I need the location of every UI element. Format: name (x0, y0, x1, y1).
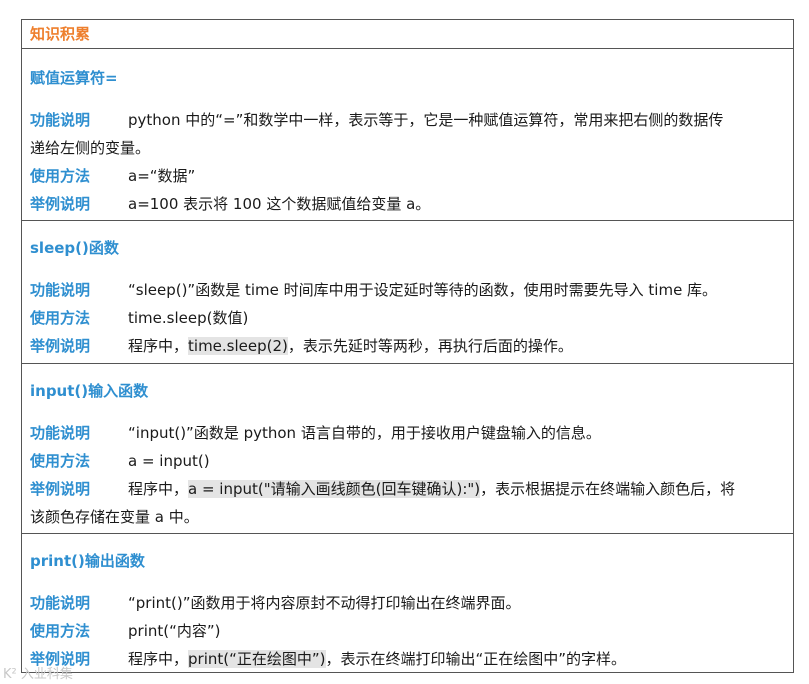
example-prefix: 程序中， (128, 337, 189, 355)
desc-row: 功能说明 “print()”函数用于将内容原封不动得打印输出在终端界面。 (30, 590, 785, 617)
desc-label: 功能说明 (30, 424, 91, 442)
section-sleep-function: sleep()函数 功能说明 “sleep()”函数是 time 时间库中用于设定… (22, 221, 793, 364)
knowledge-card: 知识积累 赋值运算符= 功能说明 python 中的“=”和数学中一样，表示等于，… (21, 19, 794, 673)
usage-label: 使用方法 (30, 622, 91, 640)
example-row: 举例说明 程序中，a = input("请输入画线颜色(回车键确认):")，表示根… (30, 476, 785, 503)
code-snippet: time.sleep(2) (188, 337, 288, 355)
desc-row-continued: 递给左侧的变量。 (30, 135, 785, 162)
section-title: input()输入函数 (30, 382, 149, 400)
usage-row: 使用方法 print(“内容”) (30, 618, 785, 645)
desc-label: 功能说明 (30, 594, 91, 612)
example-label: 举例说明 (30, 480, 91, 498)
example-row: 举例说明 程序中，time.sleep(2)，表示先延时等两秒，再执行后面的操作。 (30, 333, 785, 360)
example-prefix: 程序中， (128, 650, 189, 668)
example-row: 举例说明 程序中，print(“正在绘图中”)，表示在终端打印输出“正在绘图中”的… (30, 646, 785, 673)
section-print-function: print()输出函数 功能说明 “print()”函数用于将内容原封不动得打印输… (22, 534, 793, 675)
usage-label: 使用方法 (30, 452, 91, 470)
example-text: a=100 表示将 100 这个数据赋值给变量 a。 (128, 195, 431, 213)
desc-label: 功能说明 (30, 281, 91, 299)
card-header: 知识积累 (22, 20, 793, 49)
usage-row: 使用方法 a = input() (30, 448, 785, 475)
section-assignment-operator: 赋值运算符= 功能说明 python 中的“=”和数学中一样，表示等于，它是一种赋… (22, 49, 793, 221)
example-suffix: ，表示在终端打印输出“正在绘图中”的字样。 (325, 650, 627, 668)
desc-text: “sleep()”函数是 time 时间库中用于设定延时等待的函数，使用时需要先… (128, 281, 718, 299)
watermark: K² 入业科集 (3, 667, 73, 682)
code-snippet: print(“正在绘图中”) (188, 650, 326, 668)
desc-row: 功能说明 “sleep()”函数是 time 时间库中用于设定延时等待的函数，使用… (30, 277, 785, 304)
desc-text: python 中的“=”和数学中一样，表示等于，它是一种赋值运算符，常用来把右侧… (128, 111, 724, 129)
example-suffix: ，表示根据提示在终端输入颜色后，将 (480, 480, 736, 498)
desc-row: 功能说明 “input()”函数是 python 语言自带的，用于接收用户键盘输入… (30, 420, 785, 447)
usage-label: 使用方法 (30, 309, 91, 327)
example-prefix: 程序中， (128, 480, 189, 498)
usage-row: 使用方法 a=“数据” (30, 163, 785, 190)
desc-text-continued: 递给左侧的变量。 (30, 139, 151, 157)
example-label: 举例说明 (30, 337, 91, 355)
section-title: sleep()函数 (30, 239, 119, 257)
example-label: 举例说明 (30, 195, 91, 213)
code-snippet: a = input("请输入画线颜色(回车键确认):") (188, 480, 481, 498)
desc-text: “input()”函数是 python 语言自带的，用于接收用户键盘输入的信息。 (128, 424, 601, 442)
usage-label: 使用方法 (30, 167, 91, 185)
example-row-continued: 该颜色存储在变量 a 中。 (30, 504, 785, 531)
desc-label: 功能说明 (30, 111, 91, 129)
example-row: 举例说明 a=100 表示将 100 这个数据赋值给变量 a。 (30, 191, 785, 218)
section-title: 赋值运算符= (30, 69, 118, 87)
section-input-function: input()输入函数 功能说明 “input()”函数是 python 语言自带… (22, 364, 793, 534)
example-suffix: ，表示先延时等两秒，再执行后面的操作。 (287, 337, 573, 355)
usage-text: time.sleep(数值) (128, 309, 249, 327)
usage-text: print(“内容”) (128, 622, 221, 640)
section-title: print()输出函数 (30, 552, 145, 570)
desc-row: 功能说明 python 中的“=”和数学中一样，表示等于，它是一种赋值运算符，常用… (30, 107, 785, 134)
example-text-continued: 该颜色存储在变量 a 中。 (30, 508, 199, 526)
usage-text: a = input() (128, 452, 210, 470)
usage-row: 使用方法 time.sleep(数值) (30, 305, 785, 332)
desc-text: “print()”函数用于将内容原封不动得打印输出在终端界面。 (128, 594, 521, 612)
usage-text: a=“数据” (128, 167, 196, 185)
